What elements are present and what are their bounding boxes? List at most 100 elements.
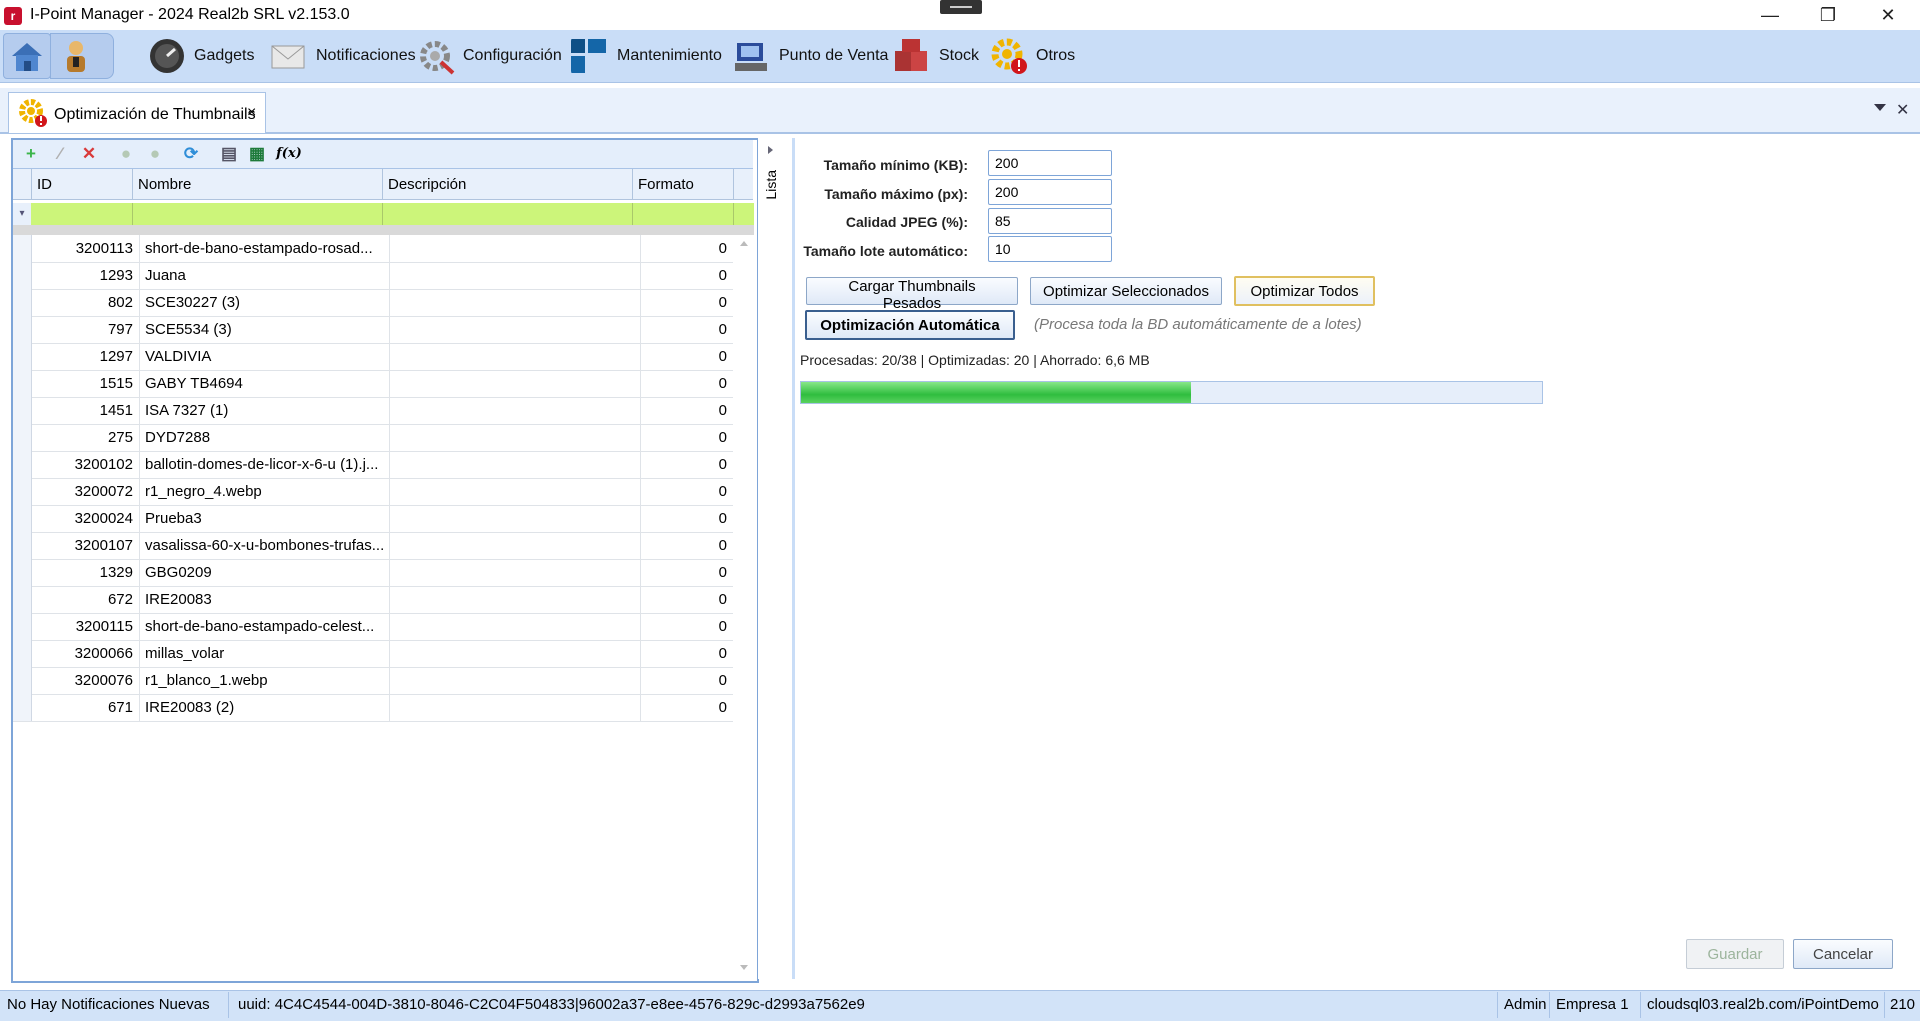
tab-list-dropdown-icon[interactable] — [1874, 104, 1886, 111]
vertical-scrollbar[interactable] — [735, 235, 753, 976]
row-selector — [13, 478, 32, 505]
table-row[interactable]: 797 SCE5534 (3) 0 — [13, 316, 733, 344]
table-row[interactable]: 3200066 millas_volar 0 — [13, 640, 733, 668]
table-row[interactable]: 3200024 Prueba3 0 — [13, 505, 733, 533]
cell-descripcion — [390, 478, 641, 505]
row-selector — [13, 532, 32, 559]
cell-descripcion — [390, 289, 641, 316]
scroll-down-icon[interactable] — [740, 965, 748, 970]
table-row[interactable]: 3200115 short-de-bano-estampado-celest...… — [13, 613, 733, 641]
window-title: I-Point Manager - 2024 Real2b SRL v2.153… — [30, 6, 350, 23]
table-row[interactable]: 3200072 r1_negro_4.webp 0 — [13, 478, 733, 506]
progress-fill — [801, 382, 1191, 403]
tamano-lote-input[interactable] — [988, 236, 1112, 262]
table-row[interactable]: 275 DYD7288 0 — [13, 424, 733, 452]
row-selector — [13, 235, 32, 262]
home-button[interactable] — [3, 33, 51, 79]
ribbon-notificaciones[interactable]: Notificaciones — [270, 30, 416, 82]
ribbon-otros[interactable]: Otros — [990, 30, 1075, 82]
column-header-formato[interactable]: Formato — [632, 169, 733, 199]
tamano-minimo-input[interactable] — [988, 150, 1112, 176]
tamano-maximo-input[interactable] — [988, 179, 1112, 205]
table-row[interactable]: 3200102 ballotin-domes-de-licor-x-6-u (1)… — [13, 451, 733, 479]
optimizar-todos-button[interactable]: Optimizar Todos — [1234, 276, 1375, 306]
table-row[interactable]: 802 SCE30227 (3) 0 — [13, 289, 733, 317]
cell-nombre: GBG0209 — [140, 559, 390, 586]
close-all-tabs-icon[interactable]: ✕ — [1896, 100, 1909, 120]
user-button[interactable] — [50, 33, 114, 79]
gauge-icon — [150, 39, 184, 73]
ribbon-gadgets[interactable]: Gadgets — [148, 30, 254, 82]
optimizacion-automatica-button[interactable]: Optimización Automática — [805, 310, 1015, 340]
table-row[interactable]: 672 IRE20083 0 — [13, 586, 733, 614]
ribbon-punto-de-venta[interactable]: Punto de Venta — [733, 30, 888, 82]
cell-id: 1297 — [31, 343, 140, 370]
column-header-nombre[interactable]: Nombre — [132, 169, 382, 199]
ribbon-stock[interactable]: Stock — [893, 30, 979, 82]
cell-id: 802 — [31, 289, 140, 316]
optimizar-seleccionados-button[interactable]: Optimizar Seleccionados — [1030, 277, 1222, 305]
gear-tools-icon — [420, 41, 455, 75]
row-selector — [13, 694, 32, 721]
tab-close-button[interactable]: × — [247, 104, 256, 122]
table-row[interactable]: 1329 GBG0209 0 — [13, 559, 733, 587]
delete-icon[interactable]: ✕ — [80, 145, 98, 163]
formula-icon[interactable]: f(x) — [276, 145, 302, 163]
row-selector — [13, 667, 32, 694]
edit-icon[interactable]: ⁄ — [51, 145, 69, 163]
column-header-descripcion[interactable]: Descripción — [382, 169, 632, 199]
notifications-status[interactable]: No Hay Notificaciones Nuevas — [7, 996, 210, 1013]
drag-handle[interactable] — [940, 0, 982, 14]
ribbon-label: Otros — [1036, 47, 1076, 64]
table-row[interactable]: 3200107 vasalissa-60-x-u-bombones-trufas.… — [13, 532, 733, 560]
next-icon[interactable]: ● — [146, 145, 164, 163]
document-icon[interactable]: ▤ — [220, 145, 238, 163]
cell-formato: 0 — [718, 645, 727, 662]
table-row[interactable]: 3200113 short-de-bano-estampado-rosad... 0 — [13, 235, 733, 263]
row-selector — [13, 316, 32, 343]
ribbon-configuracion[interactable]: Configuración — [417, 30, 562, 82]
table-row[interactable]: 1451 ISA 7327 (1) 0 — [13, 397, 733, 425]
cell-id: 1293 — [31, 262, 140, 289]
cell-descripcion — [390, 424, 641, 451]
table-row[interactable]: 1297 VALDIVIA 0 — [13, 343, 733, 371]
cargar-thumbnails-button[interactable]: Cargar Thumbnails Pesados — [806, 277, 1018, 312]
row-selector — [13, 559, 32, 586]
table-row[interactable]: 1515 GABY TB4694 0 — [13, 370, 733, 398]
calidad-jpeg-input[interactable] — [988, 208, 1112, 234]
cell-id: 3200066 — [31, 640, 140, 667]
minimize-button[interactable]: — — [1741, 0, 1799, 30]
tab-label: Optimización de Thumbnails — [54, 106, 256, 123]
filter-row[interactable] — [31, 203, 754, 225]
cell-nombre: short-de-bano-estampado-rosad... — [140, 235, 390, 262]
close-window-button[interactable]: ✕ — [1859, 0, 1917, 30]
cancelar-button[interactable]: Cancelar — [1793, 939, 1893, 969]
panel-splitter[interactable] — [758, 138, 790, 979]
guardar-button[interactable]: Guardar — [1686, 939, 1784, 969]
calidad-jpeg-label: Calidad JPEG (%): — [845, 214, 968, 230]
cell-formato: 0 — [718, 402, 727, 419]
ribbon-label: Notificaciones — [316, 47, 416, 64]
excel-export-icon[interactable]: ▦ — [248, 145, 266, 163]
restore-button[interactable]: ❐ — [1799, 0, 1857, 30]
cell-formato: 0 — [718, 294, 727, 311]
cell-descripcion — [390, 235, 641, 262]
table-row[interactable]: 3200076 r1_blanco_1.webp 0 — [13, 667, 733, 695]
expand-arrow-icon[interactable] — [768, 146, 773, 154]
cell-id: 3200072 — [31, 478, 140, 505]
cell-descripcion — [390, 613, 641, 640]
column-header-id[interactable]: ID — [31, 169, 132, 199]
cell-descripcion — [390, 586, 641, 613]
table-row[interactable]: 671 IRE20083 (2) 0 — [13, 694, 733, 722]
cell-id: 1451 — [31, 397, 140, 424]
previous-icon[interactable]: ● — [117, 145, 135, 163]
add-icon[interactable]: + — [22, 145, 40, 163]
cell-descripcion — [390, 451, 641, 478]
cell-id: 3200113 — [31, 235, 140, 262]
scroll-up-icon[interactable] — [740, 241, 748, 246]
table-row[interactable]: 1293 Juana 0 — [13, 262, 733, 290]
ribbon-mantenimiento[interactable]: Mantenimiento — [571, 30, 722, 82]
cell-nombre: IRE20083 — [140, 586, 390, 613]
refresh-icon[interactable]: ⟳ — [182, 145, 200, 163]
lista-toggle[interactable]: Lista — [763, 170, 779, 200]
